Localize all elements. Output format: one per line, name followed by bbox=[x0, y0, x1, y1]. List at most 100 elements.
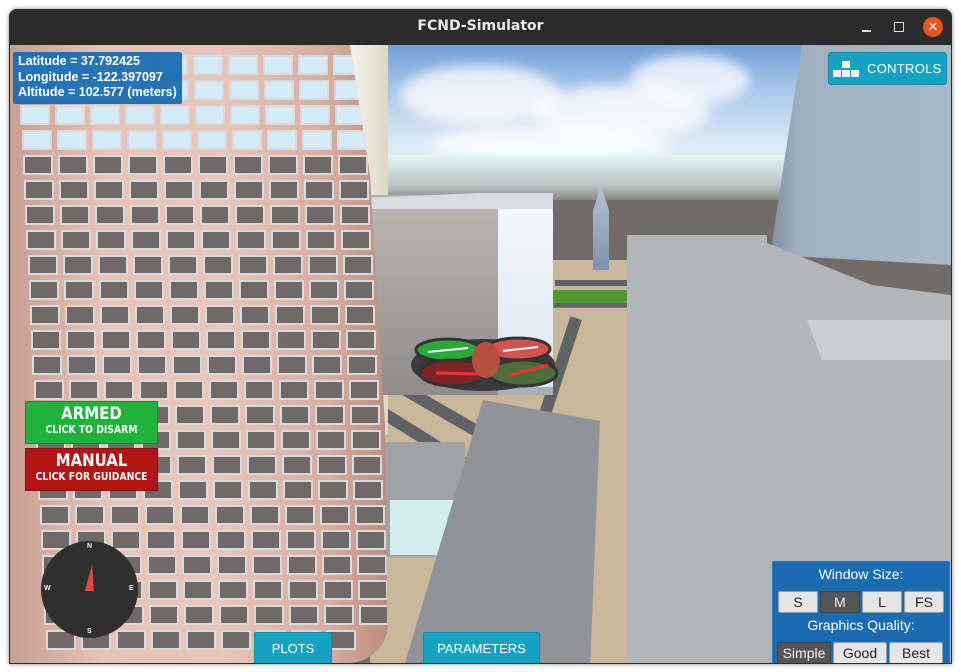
tower-window bbox=[276, 330, 307, 350]
tower-window bbox=[277, 355, 308, 375]
tower-window bbox=[184, 605, 215, 625]
tower-window bbox=[33, 380, 64, 400]
tower-window bbox=[180, 530, 211, 550]
tower-window bbox=[312, 355, 343, 375]
tower-window bbox=[208, 380, 239, 400]
tower-window bbox=[279, 405, 310, 425]
compass-needle-icon bbox=[84, 563, 94, 592]
tower-window bbox=[195, 105, 226, 125]
tower-window bbox=[200, 205, 231, 225]
window-size-option-fs[interactable]: FS bbox=[904, 591, 944, 613]
tower-window bbox=[126, 130, 157, 150]
manual-subtitle: CLICK FOR GUIDANCE bbox=[35, 471, 148, 483]
tower-window bbox=[235, 205, 266, 225]
tower-window bbox=[283, 480, 314, 500]
tower-window bbox=[215, 530, 246, 550]
tower-window bbox=[135, 305, 165, 325]
tower-window bbox=[59, 180, 89, 200]
parameters-button[interactable]: PARAMETERS bbox=[423, 632, 540, 663]
tower-window bbox=[127, 155, 158, 175]
tower-window bbox=[202, 255, 233, 275]
tower-window bbox=[63, 280, 94, 300]
tower-window bbox=[174, 405, 205, 425]
tower-window bbox=[168, 280, 199, 300]
tower-window bbox=[339, 180, 369, 200]
title-bar[interactable]: FCND-Simulator ✕ bbox=[9, 9, 952, 45]
graphics-quality-option-simple[interactable]: Simple bbox=[777, 642, 831, 663]
tower-window bbox=[133, 280, 164, 300]
tower-window bbox=[177, 455, 208, 475]
armed-title: ARMED bbox=[61, 404, 122, 424]
tower-window bbox=[228, 55, 258, 75]
plots-button[interactable]: PLOTS bbox=[254, 632, 332, 663]
road bbox=[555, 280, 630, 286]
tower-window bbox=[324, 605, 355, 625]
tower-window bbox=[282, 455, 313, 475]
manual-title: MANUAL bbox=[55, 451, 128, 471]
tower-window bbox=[267, 155, 298, 175]
tower-window bbox=[354, 505, 385, 525]
window-size-option-s[interactable]: S bbox=[778, 591, 818, 613]
manual-guidance-button[interactable]: MANUAL CLICK FOR GUIDANCE bbox=[25, 448, 158, 491]
tower-window bbox=[219, 605, 250, 625]
3d-viewport[interactable]: Latitude = 37.792425 Longitude = -122.39… bbox=[10, 45, 951, 663]
tower-window bbox=[24, 180, 54, 200]
tower-window bbox=[302, 155, 333, 175]
tower-window bbox=[265, 105, 296, 125]
maximize-icon bbox=[894, 22, 904, 32]
tower-window bbox=[197, 155, 228, 175]
tower-window bbox=[243, 380, 274, 400]
tower-window bbox=[166, 230, 197, 250]
tower-window bbox=[253, 580, 284, 600]
tower-window bbox=[241, 330, 272, 350]
tower-window bbox=[352, 455, 383, 475]
tower-window bbox=[266, 130, 297, 150]
controls-button[interactable]: CONTROLS bbox=[828, 52, 947, 85]
tower-window bbox=[342, 255, 373, 275]
window-size-option-l[interactable]: L bbox=[862, 591, 902, 613]
tower-window bbox=[349, 405, 380, 425]
armed-disarm-button[interactable]: ARMED CLICK TO DISARM bbox=[25, 401, 158, 444]
latitude-text: Latitude = 37.792425 bbox=[18, 54, 140, 68]
tower-window bbox=[150, 630, 181, 650]
tower-window bbox=[183, 580, 214, 600]
tower-window bbox=[345, 305, 375, 325]
tower-window bbox=[28, 280, 59, 300]
minimize-button[interactable] bbox=[856, 17, 876, 37]
graphics-quality-option-good[interactable]: Good bbox=[833, 642, 887, 663]
tower-window bbox=[145, 530, 176, 550]
blocks-icon bbox=[832, 59, 862, 79]
tower-window bbox=[74, 505, 105, 525]
tower-window bbox=[94, 180, 124, 200]
tower-window bbox=[194, 80, 225, 100]
tower-window bbox=[125, 105, 156, 125]
maximize-button[interactable] bbox=[889, 17, 909, 37]
tower-window bbox=[252, 555, 282, 575]
tower-window bbox=[26, 230, 57, 250]
tower-window bbox=[182, 555, 212, 575]
tower-window bbox=[165, 205, 196, 225]
tower-window bbox=[305, 205, 336, 225]
tower-window bbox=[247, 455, 278, 475]
tower-window bbox=[250, 530, 281, 550]
tower-window bbox=[336, 130, 367, 150]
tower-window bbox=[129, 180, 159, 200]
tower-window bbox=[22, 155, 53, 175]
tower-window bbox=[201, 230, 232, 250]
close-button[interactable]: ✕ bbox=[923, 17, 943, 37]
tower-window bbox=[144, 505, 175, 525]
tower-window bbox=[306, 230, 337, 250]
tower-window bbox=[90, 105, 121, 125]
graphics-quality-label: Graphics Quality: bbox=[807, 617, 915, 633]
window-size-option-m[interactable]: M bbox=[820, 591, 860, 613]
tower-window bbox=[341, 230, 372, 250]
tower-window bbox=[170, 305, 200, 325]
tower-window bbox=[337, 155, 368, 175]
tower-window bbox=[269, 180, 299, 200]
tower-window bbox=[249, 505, 280, 525]
tower-window bbox=[207, 355, 238, 375]
tower-window bbox=[278, 380, 309, 400]
tower-window bbox=[319, 505, 350, 525]
tower-window bbox=[31, 330, 62, 350]
graphics-quality-option-best[interactable]: Best bbox=[889, 642, 943, 663]
